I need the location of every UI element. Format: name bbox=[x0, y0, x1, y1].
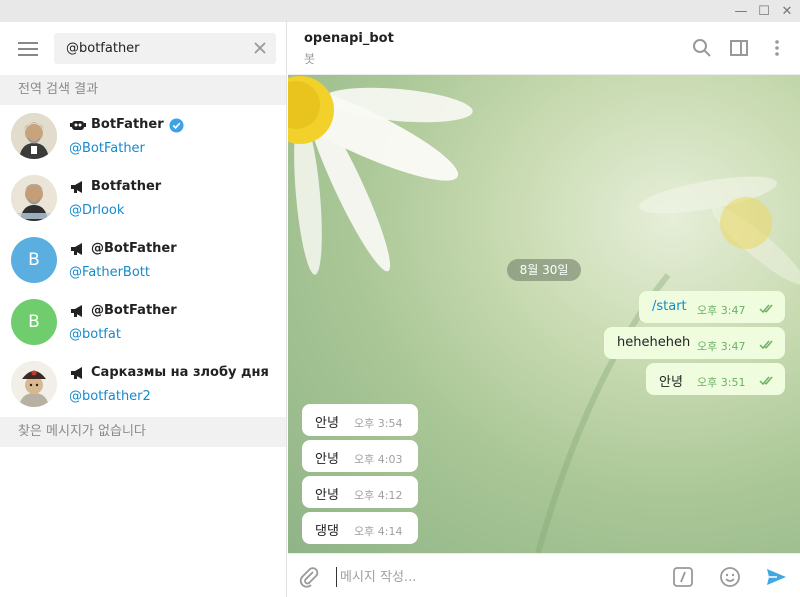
message-input[interactable] bbox=[336, 567, 656, 587]
sidebar-toggle-icon[interactable] bbox=[729, 38, 749, 58]
global-results-header: 전역 검색 결과 bbox=[0, 75, 286, 105]
message-text: 댕댕 bbox=[315, 524, 339, 539]
megaphone-icon bbox=[71, 243, 82, 255]
incoming-message[interactable]: 안녕 오후 4:03 bbox=[302, 440, 418, 472]
left-panel: 전역 검색 결과 BotFather @BotFather bbox=[0, 22, 287, 597]
message-time: 오후 4:03 bbox=[354, 453, 403, 466]
chat-area: 8월 30일 /start 오후 3:47 heheheheh 오후 3:47 … bbox=[288, 75, 800, 553]
message-text[interactable]: /start bbox=[652, 299, 687, 314]
search-result-item[interactable]: Botfather @Drlook bbox=[0, 167, 286, 229]
avatar: B bbox=[11, 237, 57, 283]
result-name: @BotFather bbox=[91, 303, 177, 318]
result-name: BotFather bbox=[91, 117, 164, 132]
result-username: @Drlook bbox=[69, 203, 125, 218]
verified-icon bbox=[169, 118, 184, 133]
message-time: 오후 4:14 bbox=[354, 525, 403, 538]
message-text: 안녕 bbox=[315, 452, 339, 467]
emoji-icon[interactable] bbox=[719, 566, 741, 588]
megaphone-icon bbox=[71, 305, 82, 317]
chat-title[interactable]: openapi_bot bbox=[304, 31, 394, 46]
bot-icon bbox=[70, 121, 86, 130]
result-name: Сарказмы на злобу дня bbox=[91, 365, 269, 380]
incoming-message[interactable]: 댕댕 오후 4:14 bbox=[302, 512, 418, 544]
more-icon[interactable] bbox=[767, 38, 787, 58]
result-username: @BotFather bbox=[69, 141, 145, 156]
incoming-message[interactable]: 안녕 오후 4:12 bbox=[302, 476, 418, 508]
message-text: heheheheh bbox=[617, 335, 691, 350]
incoming-message[interactable]: 안녕 오후 3:54 bbox=[302, 404, 418, 436]
outgoing-message[interactable]: /start 오후 3:47 bbox=[639, 291, 785, 323]
message-text: 안녕 bbox=[315, 488, 339, 503]
message-time: 오후 3:47 bbox=[697, 304, 746, 317]
clear-icon[interactable] bbox=[252, 40, 268, 56]
chat-header: openapi_bot 봇 bbox=[288, 22, 800, 75]
read-checks-icon bbox=[759, 376, 773, 386]
chat-subtitle: 봇 bbox=[304, 52, 316, 66]
avatar bbox=[11, 113, 57, 159]
message-time: 오후 4:12 bbox=[354, 489, 403, 502]
attach-icon[interactable] bbox=[298, 566, 320, 588]
result-name: @BotFather bbox=[91, 241, 177, 256]
result-username: @botfather2 bbox=[69, 389, 151, 404]
window-titlebar: — ☐ ✕ bbox=[0, 0, 800, 22]
megaphone-icon bbox=[71, 367, 82, 379]
search-box[interactable] bbox=[54, 33, 276, 64]
search-result-item[interactable]: B @BotFather @FatherBott bbox=[0, 229, 286, 291]
no-messages-header: 찾은 메시지가 없습니다 bbox=[0, 417, 286, 447]
message-time: 오후 3:51 bbox=[697, 376, 746, 389]
commands-icon[interactable] bbox=[672, 566, 694, 588]
search-result-item[interactable]: Сарказмы на злобу дня @botfather2 bbox=[0, 353, 286, 415]
date-separator: 8월 30일 bbox=[507, 259, 581, 281]
search-result-item[interactable]: B @BotFather @botfat bbox=[0, 291, 286, 353]
outgoing-message[interactable]: 안녕 오후 3:51 bbox=[646, 363, 785, 395]
avatar bbox=[11, 175, 57, 221]
search-input[interactable] bbox=[66, 38, 246, 58]
message-input-bar bbox=[288, 553, 800, 597]
avatar bbox=[11, 361, 57, 407]
message-time: 오후 3:54 bbox=[354, 417, 403, 430]
message-text: 안녕 bbox=[659, 375, 683, 390]
message-text: 안녕 bbox=[315, 416, 339, 431]
avatar: B bbox=[11, 299, 57, 345]
result-username: @FatherBott bbox=[69, 265, 150, 280]
megaphone-icon bbox=[71, 181, 82, 193]
hamburger-icon[interactable] bbox=[18, 42, 38, 56]
outgoing-message[interactable]: heheheheh 오후 3:47 bbox=[604, 327, 785, 359]
search-icon[interactable] bbox=[692, 38, 712, 58]
close-window-button[interactable]: ✕ bbox=[774, 0, 800, 22]
result-username: @botfat bbox=[69, 327, 121, 342]
read-checks-icon bbox=[759, 304, 773, 314]
read-checks-icon bbox=[759, 340, 773, 350]
search-result-item[interactable]: BotFather @BotFather bbox=[0, 105, 286, 167]
send-icon[interactable] bbox=[765, 566, 787, 588]
message-time: 오후 3:47 bbox=[697, 340, 746, 353]
result-name: Botfather bbox=[91, 179, 162, 194]
